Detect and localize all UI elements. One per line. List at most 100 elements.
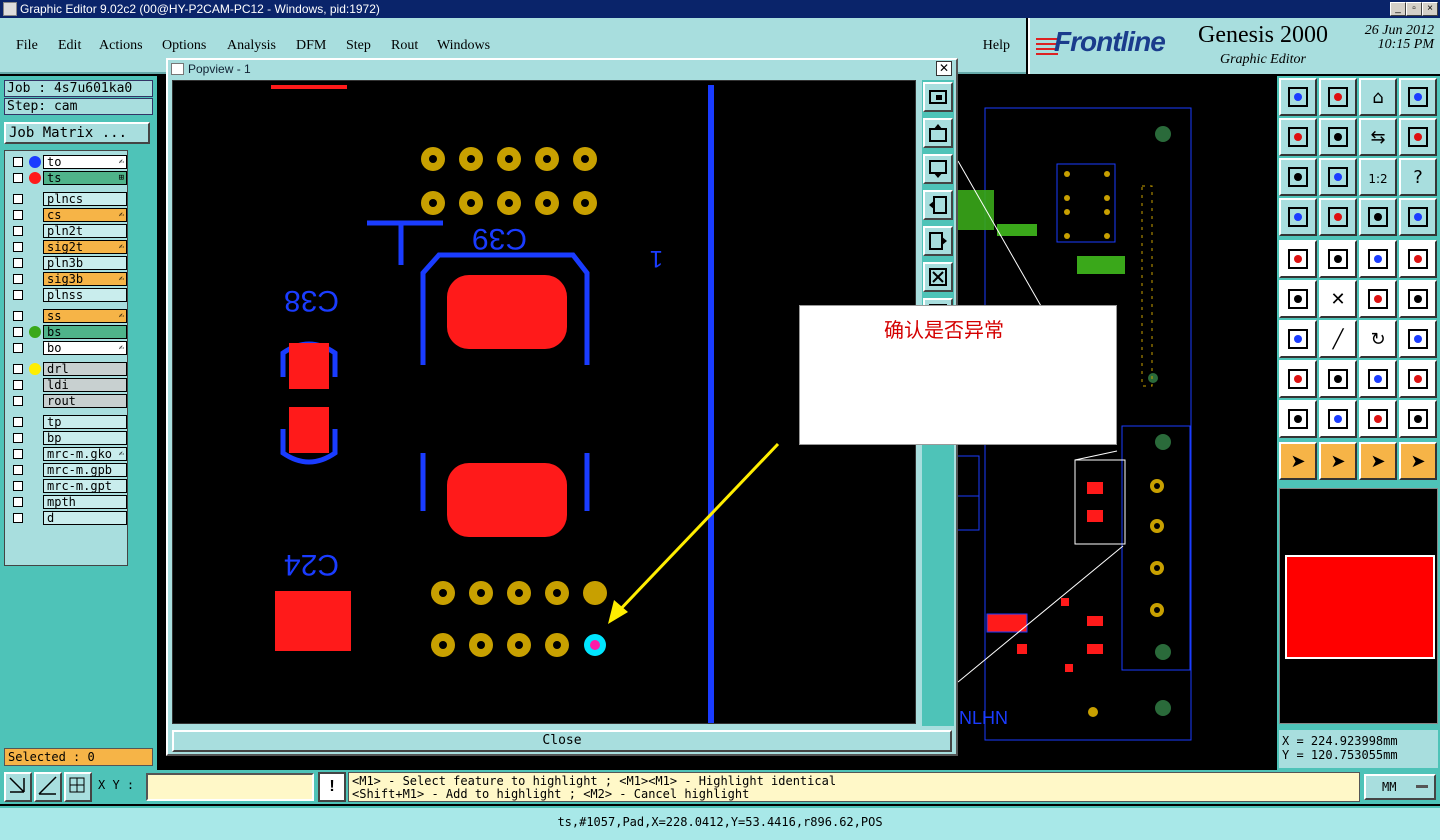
layer-name[interactable]: mpth [43, 495, 127, 509]
layer-row[interactable]: cs ✍ [9, 208, 127, 222]
layer-checkbox[interactable] [13, 194, 23, 204]
layer-checkbox[interactable] [13, 513, 23, 523]
grid-snap-icon[interactable] [64, 772, 92, 802]
minimize-button[interactable]: _ [1390, 2, 1406, 16]
layer-checkbox[interactable] [13, 210, 23, 220]
menu-rout[interactable]: Rout [391, 38, 418, 54]
layer-checkbox[interactable] [13, 465, 23, 475]
layer-row[interactable]: plnss [9, 288, 127, 302]
layer-checkbox[interactable] [13, 327, 23, 337]
delete-icon[interactable]: ✕ [1319, 280, 1357, 318]
menu-analysis[interactable]: Analysis [227, 38, 276, 54]
layer-name[interactable]: ss ✍ [43, 309, 127, 323]
layer-name[interactable]: drl [43, 362, 127, 376]
menu-edit[interactable]: Edit [58, 38, 81, 54]
menu-options[interactable]: Options [162, 38, 206, 54]
menu-dfm[interactable]: DFM [296, 38, 326, 54]
pan-left-icon[interactable] [923, 190, 953, 220]
pan-down-icon[interactable] [923, 154, 953, 184]
layer-row[interactable]: plncs [9, 192, 127, 206]
layer-checkbox[interactable] [13, 449, 23, 459]
popview-close-button[interactable]: Close [172, 730, 952, 752]
layer-row[interactable]: d [9, 511, 127, 525]
units-select[interactable]: MM [1364, 774, 1436, 800]
layer-name[interactable]: rout [43, 394, 127, 408]
layer-checkbox[interactable] [13, 380, 23, 390]
layer-row[interactable]: drl [9, 362, 127, 376]
swap-icon[interactable]: ⇆ [1359, 118, 1397, 156]
select-path-icon[interactable]: ➤ [1399, 442, 1437, 480]
tools-icon[interactable] [1279, 198, 1317, 236]
layer-checkbox[interactable] [13, 481, 23, 491]
ruler-icon[interactable] [1359, 240, 1397, 278]
layer-name[interactable]: mrc-m.gpb [43, 463, 127, 477]
select-icon[interactable]: ➤ [1279, 442, 1317, 480]
layers-icon[interactable] [1359, 198, 1397, 236]
pad-select-icon[interactable] [1399, 240, 1437, 278]
layer-row[interactable]: rout [9, 394, 127, 408]
home-icon[interactable]: ⌂ [1359, 78, 1397, 116]
layer-row[interactable]: pln3b [9, 256, 127, 270]
layer-row[interactable]: sig3b ✍ [9, 272, 127, 286]
measure-box-icon[interactable] [1359, 360, 1397, 398]
pad-move-icon[interactable] [1279, 360, 1317, 398]
point-move-icon[interactable] [1399, 280, 1437, 318]
layer-name[interactable]: mrc-m.gpt [43, 479, 127, 493]
triangle-fill-icon[interactable] [1359, 400, 1397, 438]
s-curve-icon[interactable] [1399, 118, 1437, 156]
measure-icon[interactable] [34, 772, 62, 802]
layer-name[interactable]: cs ✍ [43, 208, 127, 222]
select-box-icon[interactable]: ➤ [1319, 442, 1357, 480]
select-area-icon[interactable]: ➤ [1359, 442, 1397, 480]
maximize-button[interactable]: ▫ [1406, 2, 1422, 16]
add-shape-icon[interactable] [1319, 240, 1357, 278]
zoom-out-icon[interactable] [923, 262, 953, 292]
angle-icon[interactable] [1279, 320, 1317, 358]
triangle-cut-icon[interactable] [1399, 400, 1437, 438]
pan-right-icon[interactable] [923, 226, 953, 256]
add-pad-icon[interactable] [1279, 240, 1317, 278]
layer-checkbox[interactable] [13, 290, 23, 300]
layer-row[interactable]: bs [9, 325, 127, 339]
layer-checkbox[interactable] [13, 242, 23, 252]
window-close-button[interactable]: × [1422, 2, 1438, 16]
move-left-icon[interactable] [1279, 118, 1317, 156]
layer-name[interactable]: ts ⊞ [43, 171, 127, 185]
layer-row[interactable]: tp [9, 415, 127, 429]
copper-icon[interactable] [1399, 360, 1437, 398]
scale-1-2-icon[interactable]: 1:2 [1359, 158, 1397, 196]
arc-icon[interactable]: ↻ [1359, 320, 1397, 358]
help-icon[interactable]: ? [1399, 158, 1437, 196]
pan-up-icon[interactable] [923, 118, 953, 148]
menu-windows[interactable]: Windows [437, 38, 490, 54]
popview-close-icon[interactable]: ✕ [936, 61, 952, 76]
move-right-icon[interactable] [1319, 118, 1357, 156]
center-icon[interactable] [1319, 158, 1357, 196]
layer-row[interactable]: to ✍ [9, 155, 127, 169]
layer-row[interactable]: mpth [9, 495, 127, 509]
layer-checkbox[interactable] [13, 396, 23, 406]
import-icon[interactable] [1279, 78, 1317, 116]
split-icon[interactable] [1399, 320, 1437, 358]
xy-input[interactable] [146, 773, 314, 801]
layer-name[interactable]: sig2t ✍ [43, 240, 127, 254]
layer-row[interactable]: ldi [9, 378, 127, 392]
layer-name[interactable]: pln2t [43, 224, 127, 238]
layer-row[interactable]: sig2t ✍ [9, 240, 127, 254]
layer-name[interactable]: mrc-m.gko ✍ [43, 447, 127, 461]
route-icon[interactable] [1359, 280, 1397, 318]
triangle-edit-icon[interactable] [1319, 400, 1357, 438]
line-icon[interactable]: ╱ [1319, 320, 1357, 358]
layer-name[interactable]: bp [43, 431, 127, 445]
alert-icon[interactable]: ! [318, 772, 346, 802]
menu-actions[interactable]: Actions [99, 38, 143, 54]
layer-row[interactable]: mrc-m.gpt [9, 479, 127, 493]
layer-row[interactable]: bo ✍ [9, 341, 127, 355]
trace-icon[interactable] [1319, 360, 1357, 398]
layer-name[interactable]: pln3b [43, 256, 127, 270]
layer-checkbox[interactable] [13, 364, 23, 374]
layer-row[interactable]: bp [9, 431, 127, 445]
layer-checkbox[interactable] [13, 173, 23, 183]
layer-row[interactable]: pln2t [9, 224, 127, 238]
layer-name[interactable]: bs [43, 325, 127, 339]
